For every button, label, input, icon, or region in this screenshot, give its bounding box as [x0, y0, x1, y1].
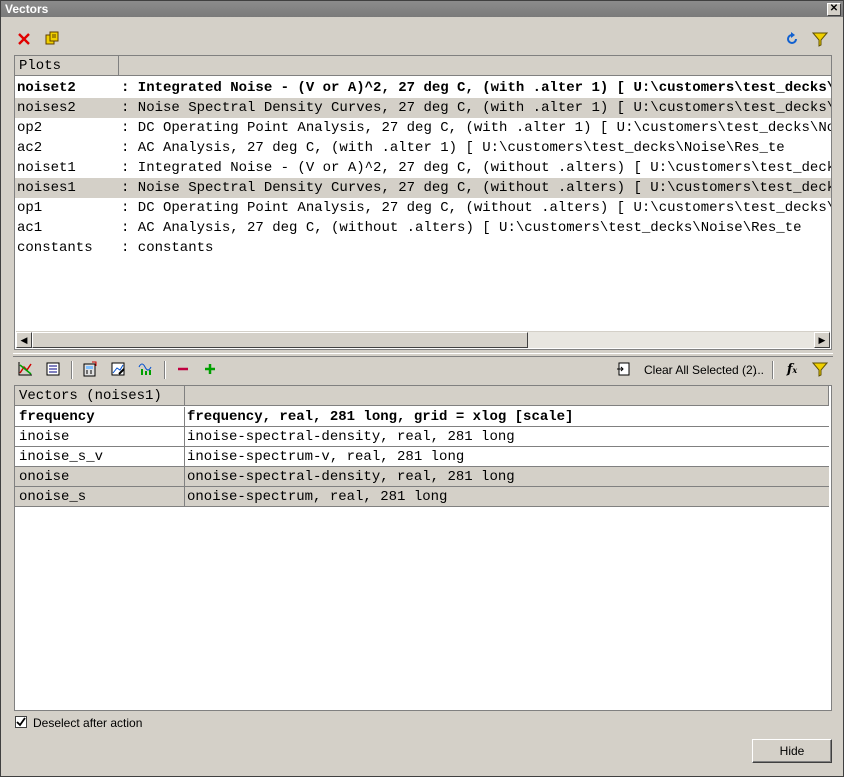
function-button[interactable]: fx	[783, 361, 801, 379]
copy-plot-button[interactable]	[43, 31, 61, 49]
scroll-left-button[interactable]: ◀	[16, 332, 32, 348]
plot-chart-icon	[18, 362, 32, 376]
vectors-list: Vectors (noises1) frequency frequency, re…	[14, 385, 832, 711]
plot-description: : DC Operating Point Analysis, 27 deg C,…	[121, 120, 831, 136]
plot-row[interactable]: noises2 : Noise Spectral Density Curves, …	[15, 98, 831, 118]
title-bar: Vectors ✕	[1, 1, 843, 17]
calculator-icon	[83, 361, 97, 377]
plot-name: op1	[17, 200, 43, 216]
copy-plot-icon	[45, 31, 59, 45]
plot-name: ac1	[17, 220, 43, 236]
plot-description: : AC Analysis, 27 deg C, (with .alter 1)…	[121, 140, 785, 156]
vector-calculator-button[interactable]	[81, 361, 99, 379]
vector-description: onoise-spectral-density, real, 281 long	[187, 469, 515, 485]
remove-vector-button[interactable]	[174, 361, 192, 379]
plot-row[interactable]: constants : constants	[15, 238, 831, 258]
toolbar-separator	[772, 361, 774, 379]
plots-column-header-empty	[119, 56, 831, 76]
edit-vector-button[interactable]	[109, 361, 127, 379]
vectors-column-header[interactable]: Vectors (noises1)	[15, 386, 185, 406]
plot-row[interactable]: noises1 : Noise Spectral Density Curves, …	[15, 178, 831, 198]
vector-description: onoise-spectrum, real, 281 long	[187, 489, 448, 505]
plot-name: constants	[17, 240, 93, 256]
plot-description: : DC Operating Point Analysis, 27 deg C,…	[121, 200, 831, 216]
plot-name: ac2	[17, 140, 43, 156]
clear-all-selected-button[interactable]: Clear All Selected (2)	[644, 362, 757, 378]
close-button[interactable]: ✕	[827, 3, 841, 16]
plot-description: : Integrated Noise - (V or A)^2, 27 deg …	[121, 160, 831, 176]
vector-name: inoise	[15, 427, 185, 446]
list-vectors-button[interactable]	[44, 361, 62, 379]
vector-name: frequency	[15, 407, 185, 426]
vector-row[interactable]: inoise inoise-spectral-density, real, 281…	[15, 427, 829, 447]
toolbar-separator	[164, 361, 166, 379]
filter-funnel-icon	[811, 32, 829, 47]
minus-icon	[178, 367, 188, 371]
plots-horizontal-scrollbar[interactable]: ◀ ▶	[16, 331, 830, 348]
plot-vectors-button[interactable]	[16, 361, 34, 379]
vector-description: frequency, real, 281 long, grid = xlog […	[187, 409, 574, 425]
scroll-right-button[interactable]: ▶	[814, 332, 830, 348]
plot-description: : Noise Spectral Density Curves, 27 deg …	[121, 180, 831, 196]
plot-name: noises2	[17, 100, 76, 116]
checkbox-box[interactable]	[15, 716, 27, 728]
plots-list: Plots noiset2 : Integrated Noise - (V or …	[14, 55, 832, 350]
hide-button[interactable]: Hide	[752, 739, 832, 763]
clear-all-icon-button[interactable]	[615, 361, 633, 379]
plot-description: : Integrated Noise - (V or A)^2, 27 deg …	[121, 80, 831, 96]
plot-row[interactable]: op2 : DC Operating Point Analysis, 27 deg…	[15, 118, 831, 138]
plot-name: noiset2	[17, 80, 76, 96]
plot-description: : Noise Spectral Density Curves, 27 deg …	[121, 100, 831, 116]
plot-name: noises1	[17, 180, 76, 196]
vector-name: onoise_s	[15, 487, 185, 506]
deselect-label: Deselect after action	[33, 716, 143, 730]
delete-plot-button[interactable]	[15, 31, 33, 49]
plot-name: op2	[17, 120, 43, 136]
fft-icon	[138, 363, 152, 375]
plots-column-header[interactable]: Plots	[15, 56, 119, 76]
plot-name: noiset1	[17, 160, 76, 176]
vector-row[interactable]: onoise_s onoise-spectrum, real, 281 long	[15, 487, 829, 507]
clear-selection-icon	[617, 362, 630, 376]
refresh-icon	[787, 32, 797, 44]
pane-splitter[interactable]	[13, 353, 833, 357]
plot-description: : AC Analysis, 27 deg C, (without .alter…	[121, 220, 802, 236]
vectors-column-header-empty	[185, 386, 829, 406]
filter-button[interactable]	[811, 31, 829, 49]
vector-name: onoise	[15, 467, 185, 486]
plot-row[interactable]: noiset1 : Integrated Noise - (V or A)^2, …	[15, 158, 831, 178]
vector-description: inoise-spectrum-v, real, 281 long	[187, 449, 465, 465]
edit-plot-icon	[111, 362, 125, 376]
vector-row[interactable]: onoise onoise-spectral-density, real, 281…	[15, 467, 829, 487]
red-x-icon	[18, 33, 30, 45]
window-title: Vectors	[5, 2, 49, 16]
plot-row[interactable]: ac2 : AC Analysis, 27 deg C, (with .alter…	[15, 138, 831, 158]
fft-button[interactable]	[137, 361, 155, 379]
plot-row[interactable]: op1 : DC Operating Point Analysis, 27 deg…	[15, 198, 831, 218]
vector-filter-button[interactable]	[811, 361, 829, 379]
vector-name: inoise_s_v	[15, 447, 185, 466]
filter-funnel-icon	[811, 362, 829, 377]
plus-icon	[205, 364, 215, 374]
vectors-window: Vectors ✕ Plots noiset2 : Integrated Nois…	[0, 0, 844, 777]
vector-row[interactable]: inoise_s_v inoise-spectrum-v, real, 281 l…	[15, 447, 829, 467]
plot-description: : constants	[121, 240, 214, 256]
plot-row[interactable]: noiset2 : Integrated Noise - (V or A)^2, …	[15, 78, 831, 98]
vector-description: inoise-spectral-density, real, 281 long	[187, 429, 515, 445]
vector-row[interactable]: frequency frequency, real, 281 long, grid…	[15, 407, 829, 427]
checkmark-icon	[16, 717, 26, 727]
plot-row[interactable]: ac1 : AC Analysis, 27 deg C, (without .al…	[15, 218, 831, 238]
more-options-button[interactable]: ...	[754, 362, 764, 378]
list-icon	[46, 362, 60, 376]
scroll-thumb[interactable]	[32, 332, 528, 348]
refresh-button[interactable]	[783, 31, 801, 49]
add-vector-button[interactable]	[201, 361, 219, 379]
toolbar-separator	[71, 361, 73, 379]
